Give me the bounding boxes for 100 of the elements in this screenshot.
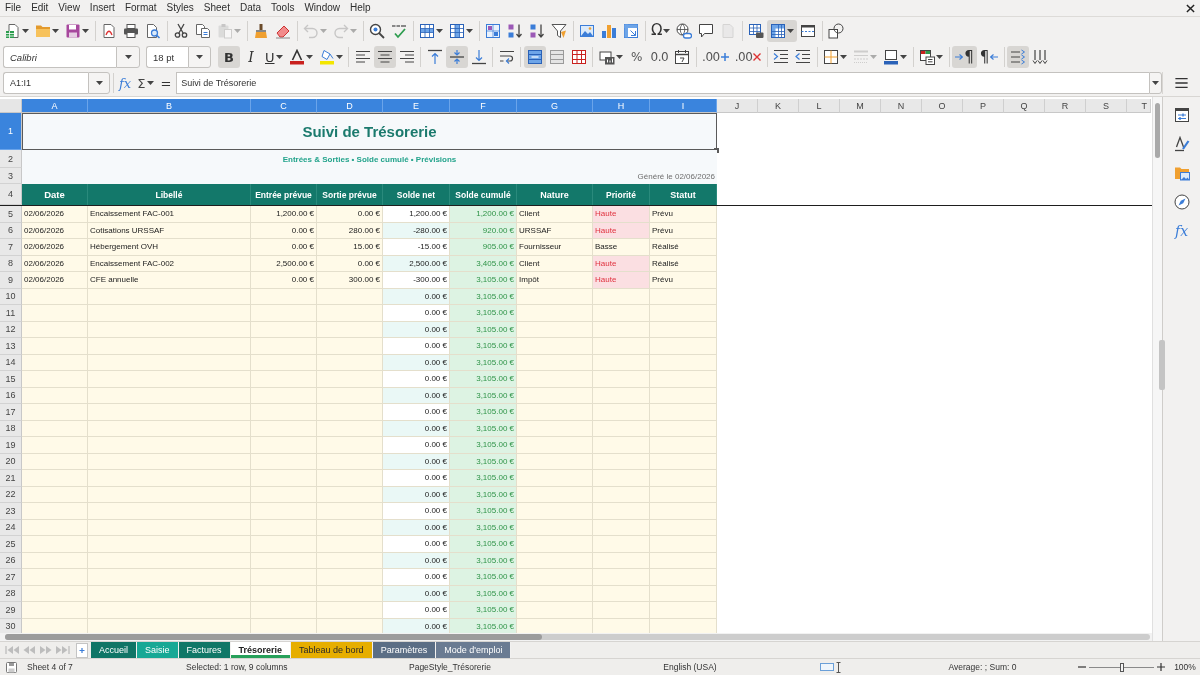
menu-item[interactable]: Styles [161, 0, 199, 16]
menu-item[interactable]: Tools [266, 0, 300, 16]
sheet-tab[interactable]: Tableau de bord [291, 642, 373, 658]
styles-icon[interactable] [1173, 136, 1190, 152]
right-to-left-button[interactable]: ¶ [976, 46, 1002, 68]
caret-icon[interactable] [275, 55, 283, 59]
dropdown-button[interactable] [116, 46, 140, 68]
column-header[interactable]: C [251, 99, 317, 113]
row-header[interactable]: 15 [0, 371, 22, 388]
menu-item[interactable]: Insert [84, 0, 120, 16]
add-decimal-button[interactable]: .00 [699, 46, 732, 68]
column-header[interactable]: O [922, 99, 963, 113]
expand-formula-button[interactable] [1149, 72, 1162, 94]
arrow-icon[interactable] [990, 53, 999, 61]
column-header[interactable]: M [840, 99, 881, 113]
column-header[interactable]: H [593, 99, 650, 113]
italic-button[interactable]: I [240, 46, 262, 68]
column-header[interactable]: D [317, 99, 383, 113]
column-header[interactable]: A [22, 99, 88, 113]
left-to-right-button[interactable]: ¶ [952, 46, 977, 68]
row-header[interactable]: 4 [0, 184, 22, 205]
menu-item[interactable]: View [53, 0, 85, 16]
font-name-field[interactable]: Calibri [3, 46, 116, 68]
arrow-icon[interactable] [955, 53, 964, 61]
caret-icon[interactable] [95, 81, 103, 85]
caret-icon[interactable] [900, 55, 908, 59]
sheet-tab[interactable]: Trésorerie [230, 642, 292, 658]
menu-item[interactable]: Format [119, 0, 162, 16]
cross-icon[interactable] [753, 53, 762, 61]
column-header[interactable]: K [758, 99, 799, 113]
freeze-panes-button[interactable] [767, 19, 798, 42]
caret-icon[interactable] [335, 55, 343, 59]
column-header[interactable]: J [717, 99, 758, 113]
percent-button[interactable]: % [625, 46, 648, 68]
language-text[interactable]: English (USA) [663, 662, 717, 672]
caret-icon[interactable] [1152, 81, 1159, 85]
spreadsheet-document-icon[interactable] [5, 22, 21, 39]
column-header[interactable]: E [383, 99, 450, 113]
caret-icon[interactable] [147, 81, 155, 85]
row-header[interactable]: 23 [0, 503, 22, 520]
row-header[interactable]: 9 [0, 272, 22, 289]
font-color-icon[interactable] [288, 49, 305, 65]
borders-icon[interactable] [823, 49, 840, 65]
row-header[interactable]: 3 [0, 168, 22, 184]
minus-icon[interactable] [1078, 663, 1086, 671]
column-header[interactable]: P [963, 99, 1004, 113]
freeze-panes-icon[interactable] [770, 22, 787, 39]
column-header[interactable]: I [650, 99, 717, 113]
function-wizard-button[interactable]: fx [116, 72, 135, 94]
menu-icon[interactable] [1174, 76, 1189, 90]
row-header[interactable]: 27 [0, 569, 22, 586]
table-columns-icon[interactable] [449, 22, 465, 39]
column-header[interactable]: Q [1004, 99, 1045, 113]
underline-button[interactable]: U [262, 46, 286, 68]
delete-decimal-button[interactable]: .00 [731, 46, 765, 68]
row-header[interactable]: 1 [0, 113, 22, 150]
dropdown-button[interactable] [88, 72, 110, 94]
column-header[interactable]: B [88, 99, 251, 113]
font-size-field[interactable]: 18 pt [146, 46, 188, 68]
caret-icon[interactable] [124, 55, 132, 59]
caret-icon[interactable] [840, 55, 848, 59]
name-box[interactable]: A1:I1 [3, 72, 88, 94]
zoom-percent-text[interactable]: 100% [1174, 662, 1196, 672]
column-header[interactable]: S [1086, 99, 1127, 113]
menu-item[interactable]: Sheet [198, 0, 235, 16]
row-header[interactable]: 21 [0, 470, 22, 487]
caret-icon[interactable] [615, 55, 623, 59]
number-format-button[interactable]: 0.0 [647, 46, 672, 68]
slider-thumb[interactable] [1119, 662, 1124, 672]
menu-item[interactable]: Edit [26, 0, 54, 16]
caret-icon[interactable] [663, 28, 671, 33]
banknote-icon[interactable] [598, 49, 615, 65]
caret-icon[interactable] [52, 28, 59, 33]
caret-icon[interactable] [82, 28, 89, 33]
page-style-text[interactable]: PageStyle_Trésorerie [409, 662, 491, 672]
menu-item[interactable]: File [0, 0, 27, 16]
sheet-tab[interactable]: Factures [178, 642, 231, 658]
column-header[interactable]: T [1127, 99, 1151, 113]
sheet-tab[interactable]: Mode d'emploi [436, 642, 512, 658]
properties-icon[interactable] [1173, 107, 1190, 123]
scrollbar-thumb[interactable] [1155, 103, 1160, 158]
caret-icon[interactable] [466, 28, 473, 33]
menu-item[interactable]: Window [299, 0, 345, 16]
save-icon[interactable] [5, 661, 17, 673]
row-header[interactable]: 5 [0, 206, 22, 223]
table-rows-icon[interactable] [419, 22, 435, 39]
caret-icon[interactable] [305, 55, 313, 59]
caret-icon[interactable] [936, 55, 944, 59]
column-header[interactable]: F [450, 99, 517, 113]
column-header[interactable]: L [799, 99, 840, 113]
caret-icon[interactable] [436, 28, 443, 33]
sum-button[interactable]: Σ [134, 72, 158, 94]
caret-icon[interactable] [787, 28, 795, 33]
row-header[interactable]: 29 [0, 602, 22, 619]
close-icon[interactable] [1186, 3, 1195, 13]
column-header[interactable]: R [1045, 99, 1086, 113]
sheet-tab[interactable]: Accueil [91, 642, 137, 658]
menu-item[interactable]: Help [345, 0, 376, 16]
sheet-tab[interactable]: Paramètres [372, 642, 437, 658]
dropdown-button[interactable] [188, 46, 211, 68]
